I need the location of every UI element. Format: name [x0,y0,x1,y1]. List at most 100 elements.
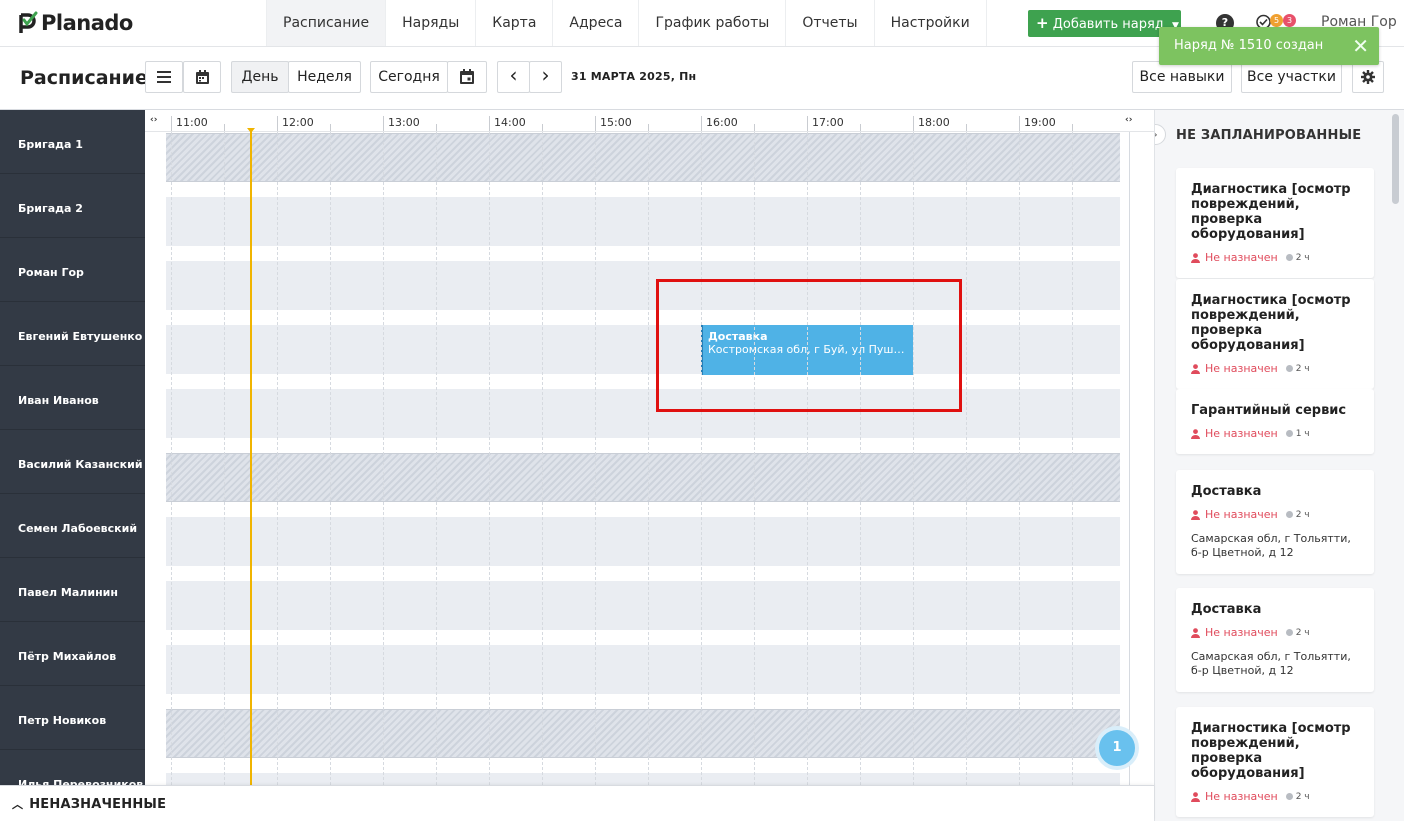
date-picker-button[interactable] [447,61,487,93]
settings-button[interactable] [1352,61,1384,93]
resource-name: Евгений Евтушенко [18,330,143,343]
skills-filter-button[interactable]: Все навыки [1132,61,1232,93]
collapse-left-icon[interactable]: ‹› [150,115,157,125]
duration: 2 ч [1285,792,1310,802]
resource-row[interactable]: Василий Казанский [0,430,145,494]
next-day-button[interactable]: › [529,61,562,93]
unscheduled-card[interactable]: Гарантийный сервис Не назначен 1 ч [1176,389,1374,454]
schedule-lane[interactable] [166,389,1120,438]
card-meta: Не назначен 2 ч [1191,626,1359,639]
schedule-lane[interactable] [166,581,1120,630]
hour-label: 14:00 [494,116,526,129]
grid-line [171,132,172,785]
unassigned-bar[interactable]: ︿ НЕНАЗНАЧЕННЫЕ [0,785,1154,821]
card-meta: Не назначен 2 ч [1191,251,1359,264]
clock-dot-icon [1285,793,1293,800]
nav-settings[interactable]: Настройки [873,0,987,46]
scrollbar[interactable] [1392,114,1399,204]
add-order-label: Добавить наряд [1052,17,1164,32]
nav-map[interactable]: Карта [475,0,552,46]
grid-line [224,132,225,785]
grid-line [966,132,967,785]
today-button[interactable]: Сегодня [370,61,448,93]
calendar-icon [195,70,209,84]
chevron-up-icon: ︿ [12,798,24,811]
half-hour-tick [542,124,543,131]
schedule-lane[interactable] [166,325,1120,374]
unavailable-lane[interactable] [166,709,1120,758]
card-title: Гарантийный сервис [1191,403,1347,418]
card-address: Самарская обл, г Тольятти, б-р Цветной, … [1191,532,1351,559]
planado-logo-icon [19,11,38,33]
schedule-lane[interactable] [166,645,1120,694]
schedule-lane[interactable] [166,197,1120,246]
unscheduled-card[interactable]: Диагностика [осмотр повреждений, проверк… [1176,707,1374,817]
hour-tick [807,116,808,131]
card-meta: Не назначен 2 ч [1191,790,1359,803]
unscheduled-card[interactable]: Доставка Не назначен 2 ч Самарская обл, г Т… [1176,470,1374,574]
duration-text: 2 ч [1295,252,1310,263]
unavailable-lane[interactable] [166,133,1120,182]
person-icon [1191,627,1200,638]
hour-tick [489,116,490,131]
nav-addresses[interactable]: Адреса [552,0,638,46]
nav-orders[interactable]: Наряды [385,0,475,46]
hour-label: 19:00 [1024,116,1056,129]
card-meta: Не назначен 1 ч [1191,427,1359,440]
grid-line [1019,132,1020,785]
hour-tick [277,116,278,131]
card-title: Диагностика [осмотр повреждений, проверк… [1191,182,1351,242]
person-icon [1191,363,1200,374]
resource-name: Семен Лабоевский [18,522,138,535]
resource-row[interactable]: Иван Иванов [0,366,145,430]
panel-toggle-chevron-icon[interactable]: › [1155,124,1166,145]
grid-line [383,132,384,785]
unscheduled-panel: › НЕ ЗАПЛАНИРОВАННЫЕ Диагностика [осмотр… [1154,110,1404,821]
schedule-lane[interactable] [166,261,1120,310]
resource-row[interactable]: Илья Перевозчиков [0,750,145,785]
schedule-lane[interactable] [166,773,1120,785]
resource-row[interactable]: Бригада 1 [0,110,145,174]
count-badge[interactable]: 1 [1095,726,1139,770]
schedule-lane[interactable] [166,517,1120,566]
day-view-button[interactable]: День [231,61,289,93]
duration: 2 ч [1285,252,1310,263]
half-hour-tick [224,124,225,131]
resource-row[interactable]: Евгений Евтушенко [0,302,145,366]
resource-row[interactable]: Семен Лабоевский [0,494,145,558]
current-date-label: 31 МАРТА 2025, Пн [571,70,697,83]
half-hour-tick [966,124,967,131]
resource-row[interactable]: Павел Малинин [0,558,145,622]
nav-reports[interactable]: Отчеты [785,0,873,46]
calendar-view-button[interactable] [183,61,221,93]
hour-label: 15:00 [600,116,632,129]
nav-schedule[interactable]: Расписание [266,0,386,46]
main-nav: Расписание Наряды Карта Адреса График ра… [266,0,987,46]
list-view-button[interactable] [145,61,183,93]
nav-work-schedule[interactable]: График работы [638,0,785,46]
clock-dot-icon [1285,511,1293,518]
unscheduled-card[interactable]: Диагностика [осмотр повреждений, проверк… [1176,279,1374,389]
assignee-status: Не назначен [1205,508,1278,521]
unscheduled-card[interactable]: Диагностика [осмотр повреждений, проверк… [1176,168,1374,278]
areas-filter-button[interactable]: Все участки [1241,61,1342,93]
gear-icon [1361,70,1375,84]
collapse-right-icon[interactable]: ‹› [1125,115,1132,125]
resource-row[interactable]: Бригада 2 [0,174,145,238]
prev-day-button[interactable]: ‹ [497,61,530,93]
week-view-button[interactable]: Неделя [288,61,361,93]
duration: 2 ч [1285,364,1310,374]
unscheduled-card[interactable]: Доставка Не назначен 2 ч Самарская обл, г Т… [1176,588,1374,692]
duration: 1 ч [1285,429,1310,439]
unavailable-lane[interactable] [166,453,1120,502]
resource-row[interactable]: Петр Новиков [0,686,145,750]
resource-row[interactable]: Роман Гор [0,238,145,302]
logo[interactable]: Planado [18,10,133,36]
close-icon[interactable]: ✕ [1352,27,1369,65]
grid-line [754,132,755,785]
card-address: Самарская обл, г Тольятти, б-р Цветной, … [1191,650,1351,677]
hour-tick [383,116,384,131]
schedule-timeline: ‹› ‹› 11:00 12:00 13:00 14:00 15:00 16:00 17:0… [145,110,1154,785]
resource-row[interactable]: Пётр Михайлов [0,622,145,686]
duration: 2 ч [1285,628,1310,638]
